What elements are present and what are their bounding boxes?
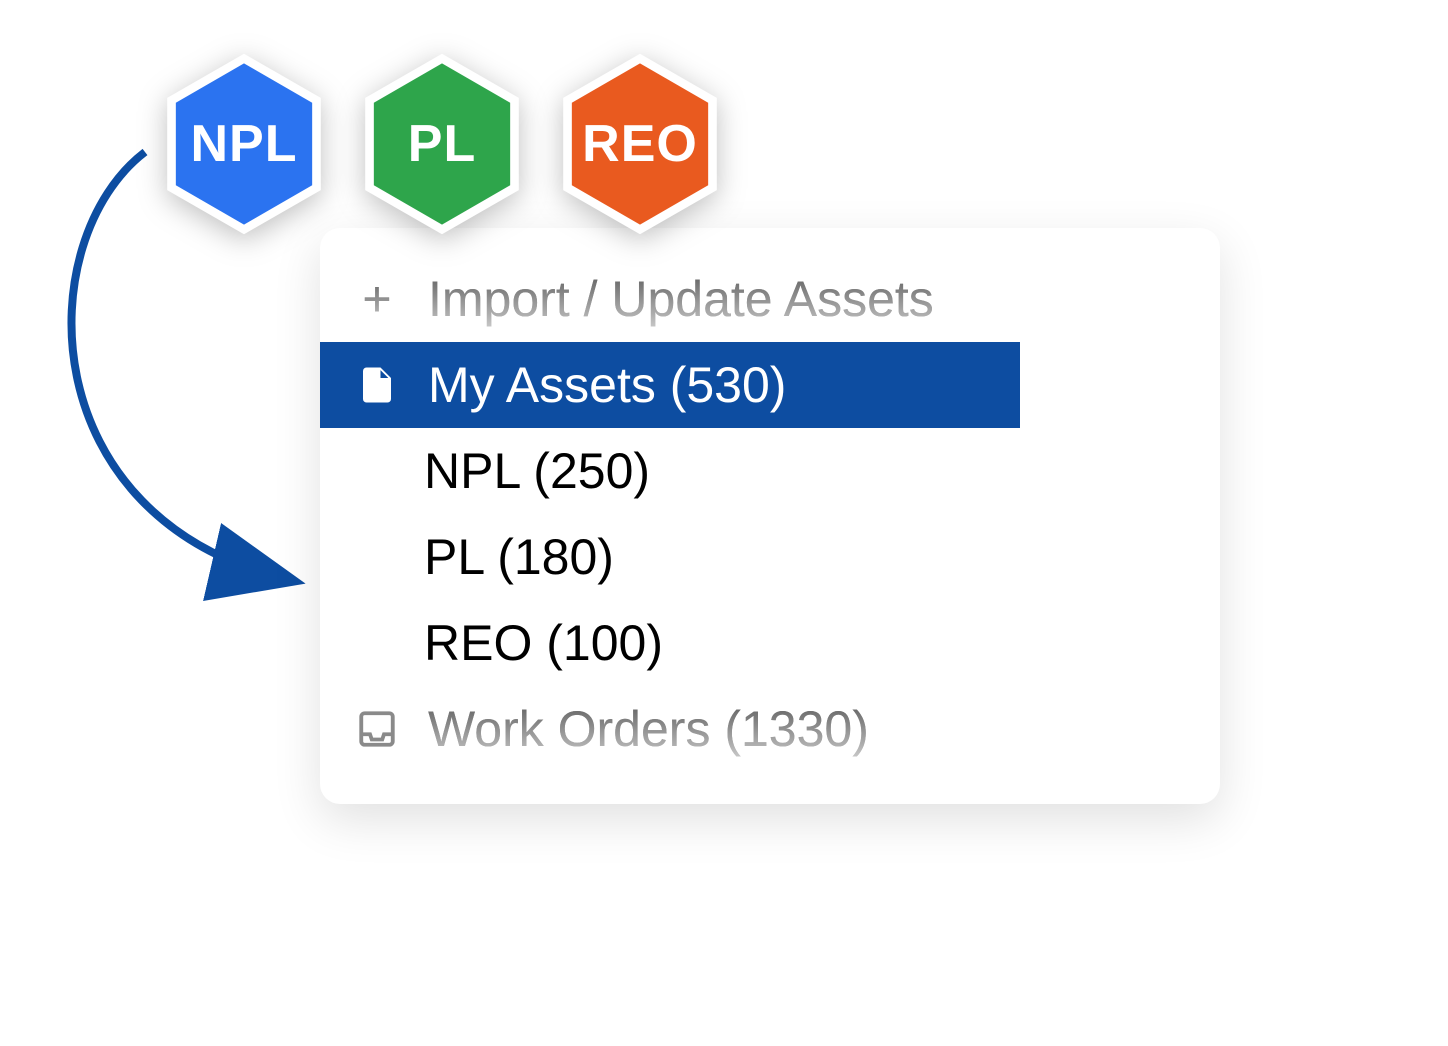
category-pl-label: PL (180) (424, 528, 614, 586)
hexagon-npl-label: NPL (191, 114, 298, 174)
hexagon-reo-label: REO (582, 114, 698, 174)
hexagon-badge-group: NPL PL REO (148, 48, 736, 240)
file-icon (352, 360, 402, 410)
category-reo-label: REO (100) (424, 614, 663, 672)
inbox-icon (352, 704, 402, 754)
category-npl-label: NPL (250) (424, 442, 650, 500)
hexagon-npl[interactable]: NPL (148, 48, 340, 240)
assets-menu-panel: + Import / Update Assets My Assets (530)… (320, 228, 1220, 804)
category-npl-item[interactable]: NPL (250) (320, 428, 1220, 514)
hexagon-pl[interactable]: PL (346, 48, 538, 240)
category-reo-item[interactable]: REO (100) (320, 600, 1220, 686)
hexagon-pl-label: PL (408, 114, 476, 174)
my-assets-item[interactable]: My Assets (530) (320, 342, 1020, 428)
work-orders-item[interactable]: Work Orders (1330) (320, 686, 1220, 772)
my-assets-label: My Assets (530) (428, 356, 786, 414)
work-orders-label: Work Orders (1330) (428, 700, 869, 758)
category-pl-item[interactable]: PL (180) (320, 514, 1220, 600)
hexagon-reo[interactable]: REO (544, 48, 736, 240)
plus-icon: + (352, 274, 402, 324)
import-update-assets-item[interactable]: + Import / Update Assets (320, 256, 1220, 342)
import-update-label: Import / Update Assets (428, 270, 934, 328)
